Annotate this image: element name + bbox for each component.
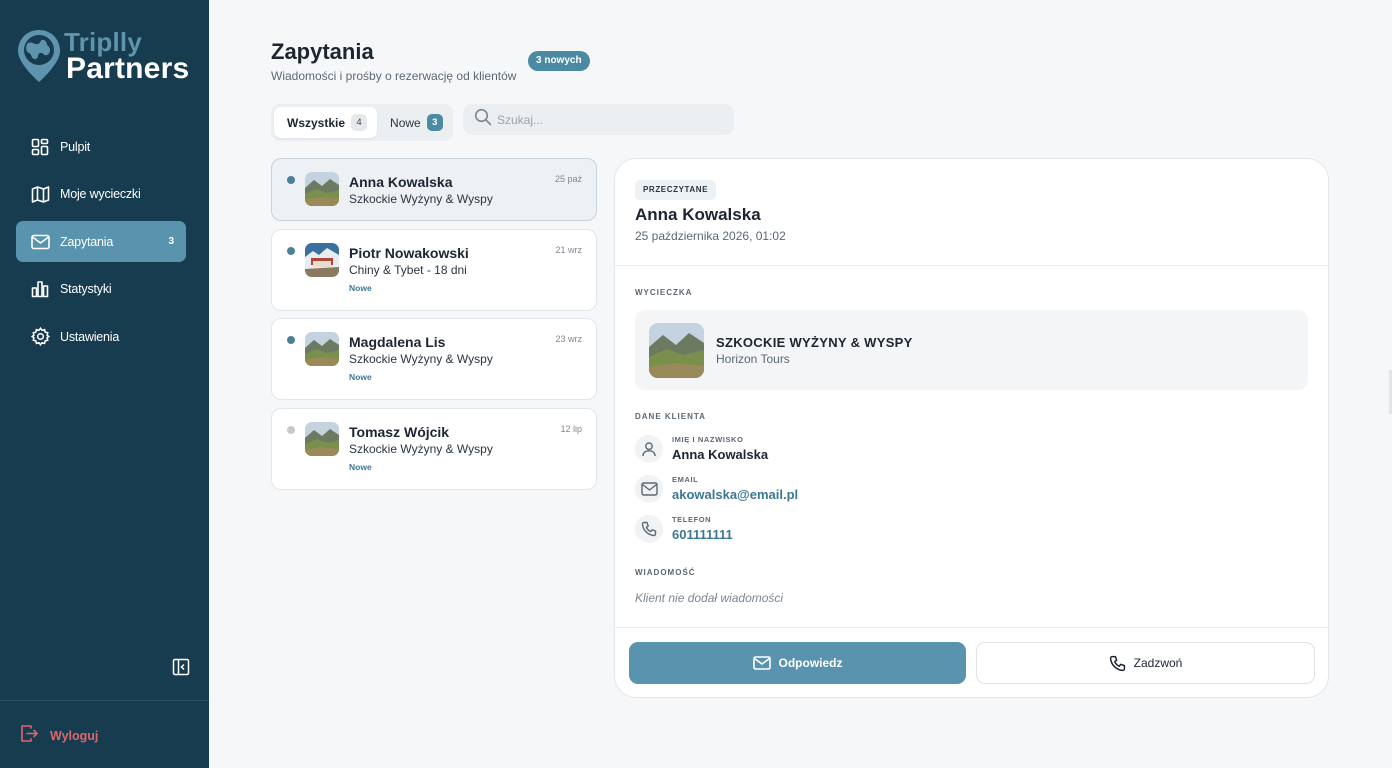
inquiry-trip-name: Chiny & Tybet - 18 dni [349, 262, 467, 277]
trip-thumbnail [305, 332, 339, 366]
sidebar-item-moje-wycieczki[interactable]: Moje wycieczki [16, 174, 186, 215]
sidebar-nav: Pulpit Moje wycieczki Zapytania 3 Statys… [16, 126, 186, 364]
trip-thumbnail [305, 421, 339, 456]
sidebar-item-statystyki[interactable]: Statystyki [16, 269, 186, 310]
search-box [463, 104, 734, 135]
logout-button[interactable]: Wyloguj [20, 724, 98, 748]
sidebar-item-label: Ustawienia [60, 329, 120, 344]
client-email-field: EMAIL akowalska@email.pl [635, 475, 1035, 509]
trip-title: SZKOCKIE WYŻYNY & WYSPY [716, 335, 913, 350]
email-link[interactable]: akowalska@email.pl [672, 487, 798, 502]
trip-image [649, 323, 704, 378]
new-tag: Nowe [349, 461, 372, 472]
detail-datetime: 25 października 2026, 01:02 [635, 229, 786, 243]
mail-icon [635, 475, 663, 503]
tab-count: 3 [426, 114, 443, 131]
inquiry-date: 25 paź [554, 174, 582, 184]
field-label: IMIĘ I NAZWISKO [672, 435, 744, 444]
sidebar-item-label: Statystyki [60, 282, 112, 296]
sidebar-item-ustawienia[interactable]: Ustawienia [16, 316, 186, 357]
inquiry-card-tomasz-wojcik[interactable]: Tomasz Wójcik Szkockie Wyżyny & Wyspy 12… [271, 407, 597, 490]
filter-tabs: Wszystkie 4 Nowe 3 [271, 104, 453, 141]
inquiry-date: 21 wrz [555, 244, 582, 255]
unread-dot [287, 176, 295, 184]
trip-thumbnail [305, 172, 339, 206]
tab-wszystkie[interactable]: Wszystkie 4 [274, 107, 378, 138]
inquiry-card-anna-kowalska[interactable]: Anna Kowalska Szkockie Wyżyny & Wyspy 25… [271, 158, 597, 221]
phone-icon [1109, 655, 1126, 672]
read-dot [287, 425, 295, 434]
sidebar-item-zapytania[interactable]: Zapytania 3 [16, 221, 186, 262]
logout-label: Wyloguj [50, 729, 99, 743]
detail-client-name: Anna Kowalska [635, 205, 761, 224]
inquiry-trip-name: Szkockie Wyżyny & Wyspy [349, 352, 493, 366]
gear-icon [30, 327, 50, 347]
brand-logo[interactable]: Triplly Partners [16, 26, 196, 86]
call-button[interactable]: Zadzwoń [976, 642, 1315, 684]
phone-icon [635, 515, 663, 543]
user-icon [635, 435, 663, 463]
field-label: TELEFON [672, 515, 712, 524]
sidebar-divider [0, 700, 209, 701]
call-button-label: Zadzwoń [1133, 656, 1183, 670]
field-value: Anna Kowalska [672, 447, 769, 462]
tab-label: Wszystkie [287, 115, 346, 130]
client-section-label: DANE KLIENTA [635, 412, 706, 421]
inquiry-list: Anna Kowalska Szkockie Wyżyny & Wyspy 25… [271, 158, 597, 497]
detail-footer-divider [615, 627, 1328, 628]
bar-chart-icon [30, 279, 50, 299]
sidebar: Triplly Partners Pulpit Moje wycieczki Z… [0, 0, 209, 768]
tab-label: Nowe [390, 115, 421, 130]
globe-pin-icon [18, 30, 60, 82]
trip-thumbnail [305, 242, 339, 277]
brand-name-bottom: Partners [66, 52, 190, 85]
logout-icon [20, 724, 39, 748]
message-text: Klient nie dodał wiadomości [635, 591, 784, 605]
inquiry-client-name: Piotr Nowakowski [349, 244, 469, 261]
mail-icon [752, 656, 771, 670]
inquiry-client-name: Tomasz Wójcik [349, 423, 450, 440]
inquiry-trip-name: Szkockie Wyżyny & Wyspy [349, 441, 493, 456]
trip-section-label: WYCIECZKA [635, 288, 693, 297]
trip-operator: Horizon Tours [716, 352, 790, 366]
search-icon [474, 108, 492, 131]
trip-summary[interactable]: SZKOCKIE WYŻYNY & WYSPY Horizon Tours [635, 310, 1308, 390]
map-icon [30, 184, 50, 204]
phone-link[interactable]: 601111111 [672, 527, 733, 542]
new-count-badge: 3 nowych [528, 51, 590, 71]
inquiry-client-name: Anna Kowalska [349, 174, 453, 190]
sidebar-item-pulpit[interactable]: Pulpit [16, 126, 186, 167]
inquiry-date: 12 lip [560, 423, 582, 434]
message-section-label: WIADOMOŚĆ [635, 568, 696, 577]
page-subtitle: Wiadomości i prośby o rezerwację od klie… [271, 69, 517, 83]
mail-icon [30, 232, 50, 252]
sidebar-item-label: Pulpit [60, 139, 91, 154]
unread-dot [287, 246, 295, 255]
tab-count: 4 [351, 114, 368, 131]
detail-divider [615, 265, 1328, 266]
client-name-field: IMIĘ I NAZWISKO Anna Kowalska [635, 435, 1035, 469]
status-badge: PRZECZYTANE [635, 180, 717, 200]
inquiry-detail-panel: PRZECZYTANE Anna Kowalska 25 październik… [614, 158, 1329, 698]
reply-button-label: Odpowiedz [778, 656, 843, 670]
sidebar-collapse-icon[interactable] [172, 658, 192, 678]
dashboard-icon [30, 137, 50, 157]
inquiry-date: 23 wrz [555, 334, 582, 344]
new-tag: Nowe [349, 282, 372, 293]
tab-nowe[interactable]: Nowe 3 [377, 107, 453, 138]
sidebar-item-count: 3 [168, 236, 174, 247]
sidebar-item-label: Zapytania [60, 234, 114, 249]
reply-button[interactable]: Odpowiedz [629, 642, 966, 684]
field-label: EMAIL [672, 475, 699, 484]
inquiry-client-name: Magdalena Lis [349, 334, 446, 350]
new-tag: Nowe [349, 372, 372, 382]
inquiry-trip-name: Szkockie Wyżyny & Wyspy [349, 192, 493, 206]
inquiry-card-piotr-nowakowski[interactable]: Piotr Nowakowski Chiny & Tybet - 18 dni … [271, 228, 597, 311]
inquiry-card-magdalena-lis[interactable]: Magdalena Lis Szkockie Wyżyny & Wyspy 23… [271, 318, 597, 400]
page-title: Zapytania [271, 39, 374, 64]
sidebar-item-label: Moje wycieczki [60, 187, 141, 201]
client-phone-field: TELEFON 601111111 [635, 515, 1035, 549]
search-input[interactable] [497, 112, 717, 127]
unread-dot [287, 336, 295, 344]
